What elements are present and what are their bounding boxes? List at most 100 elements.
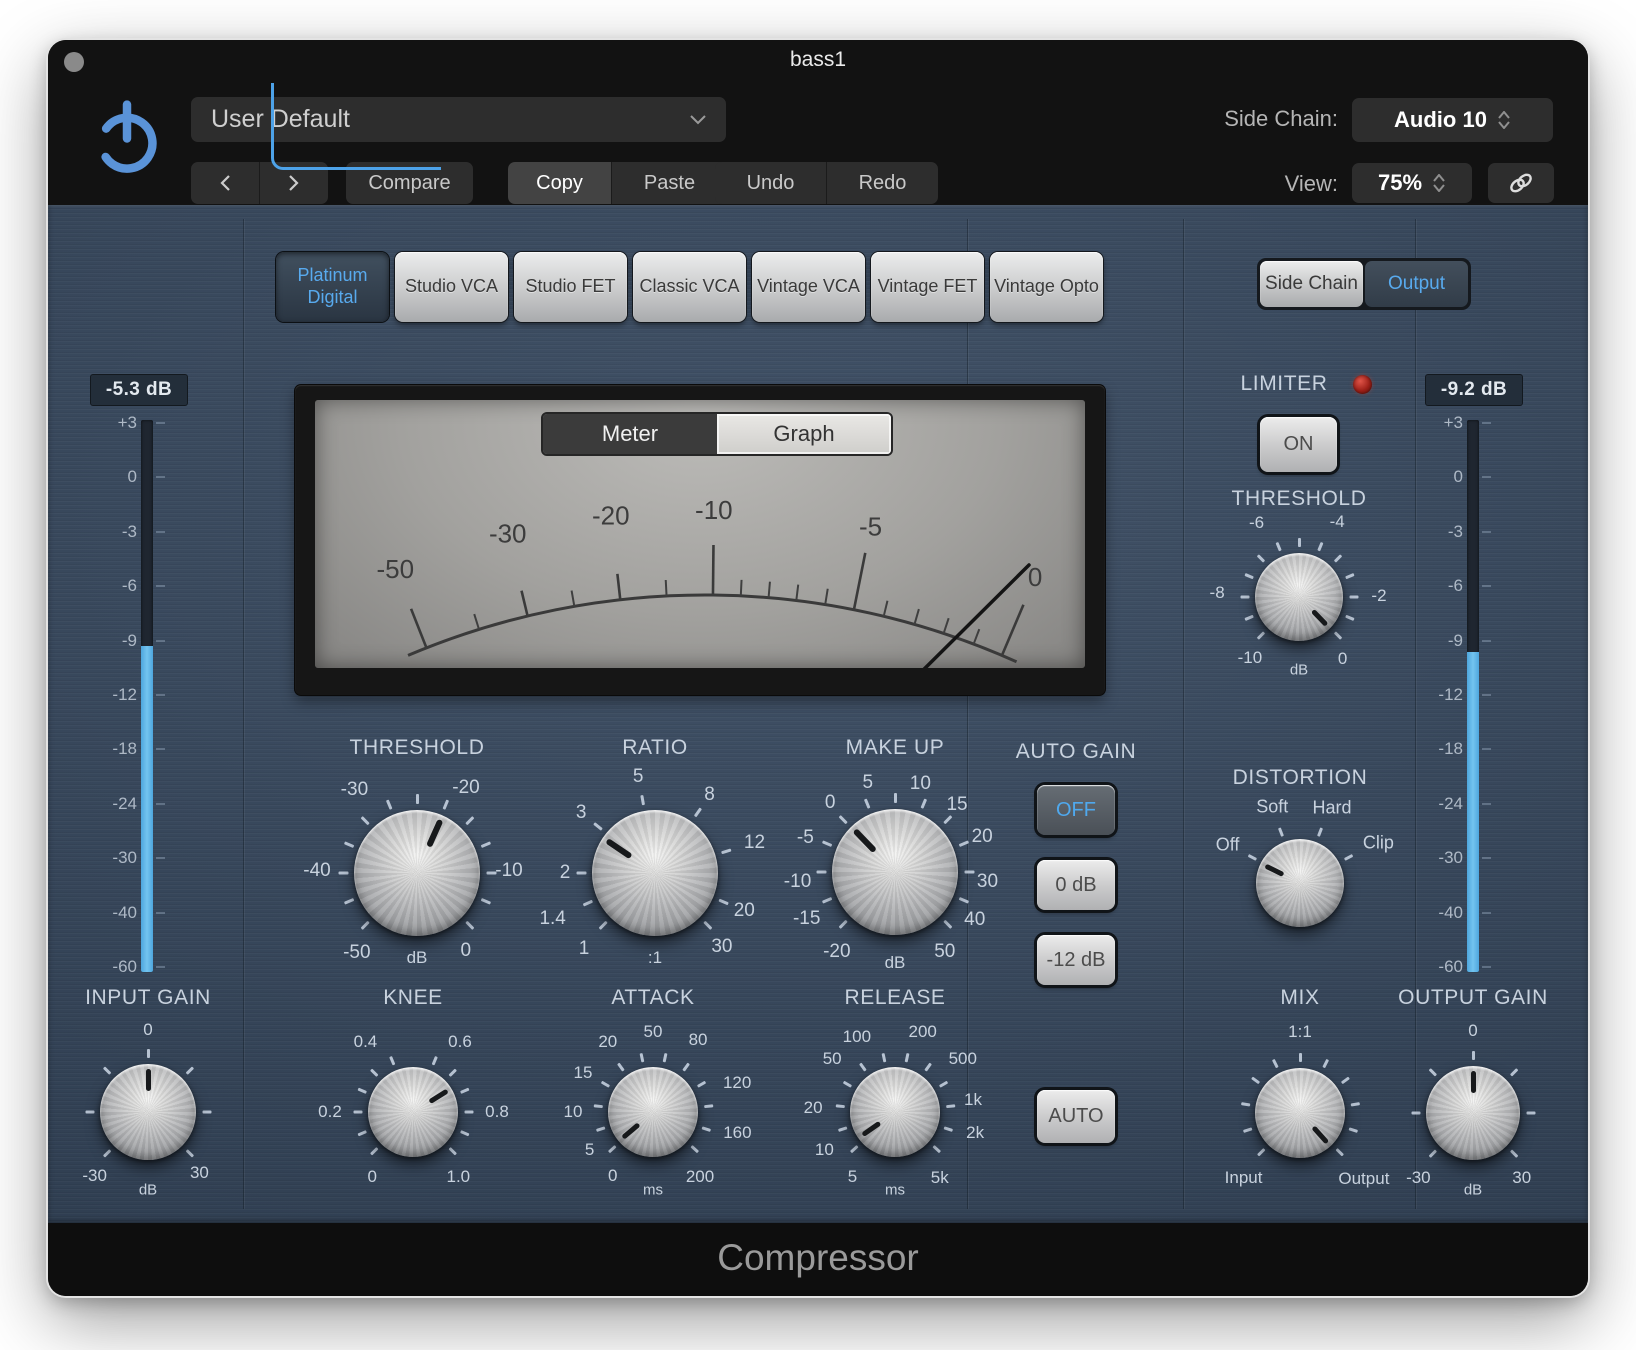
side-chain-view-button[interactable]: Side Chain — [1260, 261, 1363, 307]
release-scale-label: 200 — [908, 1022, 936, 1042]
input-gain-scale-label: 30 — [190, 1163, 209, 1183]
knee-scale-tick — [464, 1111, 473, 1114]
tab-meter[interactable]: Meter — [543, 414, 717, 454]
attack-scale-label: 120 — [723, 1073, 751, 1093]
auto-gain-minus12db-button[interactable]: -12 dB — [1037, 935, 1115, 985]
meter-scale-label: +3 — [93, 413, 137, 433]
tab-studio-fet[interactable]: Studio FET — [514, 252, 627, 322]
release-scale-label: 2k — [966, 1123, 984, 1143]
limiter-threshold-unit-label: dB — [1290, 662, 1308, 679]
auto-gain-0db-button[interactable]: 0 dB — [1037, 860, 1115, 910]
output-view-button[interactable]: Output — [1365, 261, 1468, 307]
ratio-scale-label: 30 — [711, 936, 732, 958]
limiter-threshold-scale-label: -2 — [1371, 586, 1386, 606]
knee-knob[interactable] — [368, 1067, 458, 1157]
side-chain-label: Side Chain: — [1138, 106, 1338, 132]
tab-vintage-opto[interactable]: Vintage Opto — [990, 252, 1103, 322]
limiter-threshold-knob[interactable] — [1255, 553, 1343, 641]
meter-scale-label: -40 — [1419, 903, 1463, 923]
threshold-scale-label: -50 — [343, 942, 370, 964]
distortion-scale-label: Soft — [1256, 796, 1288, 817]
tab-vintage-fet[interactable]: Vintage FET — [871, 252, 984, 322]
ratio-scale-label: 5 — [633, 766, 644, 788]
redo-button[interactable]: Redo — [826, 162, 938, 204]
meter-scale-tick — [1482, 694, 1491, 696]
meter-scale-tick — [156, 912, 165, 914]
side-chain-selector[interactable]: Audio 10 — [1352, 98, 1553, 142]
mix-knob[interactable] — [1255, 1068, 1345, 1158]
makeup-scale-label: 20 — [972, 826, 993, 848]
input-level-meter: -5.3 dB +30-3-6-9-12-18-24-30-40-60 — [88, 374, 228, 984]
tab-classic-vca[interactable]: Classic VCA — [633, 252, 746, 322]
input-gain-scale-tick — [202, 1111, 211, 1114]
threshold-scale-label: -20 — [452, 777, 479, 799]
threshold-knob[interactable] — [354, 810, 480, 936]
prev-preset-button[interactable] — [191, 162, 259, 204]
mix-scale-label: 1:1 — [1288, 1022, 1312, 1042]
meter-scale-label: 0 — [93, 467, 137, 487]
auto-release-button[interactable]: AUTO — [1037, 1090, 1115, 1143]
ratio-title: RATIO — [622, 736, 688, 760]
threshold-scale-label: 0 — [460, 940, 471, 962]
ratio-scale-label: 3 — [576, 802, 587, 824]
meter-scale-tick — [1482, 585, 1491, 587]
limiter-threshold-scale-tick — [1349, 596, 1358, 599]
mix-scale-tick — [1299, 1053, 1302, 1062]
output-gain-scale-label: 30 — [1512, 1168, 1531, 1188]
vu-meter-screen: -50-30-20-10-50 Meter Graph — [315, 400, 1085, 668]
compressor-panel — [48, 205, 1588, 1223]
threshold-unit-label: dB — [407, 948, 428, 968]
meter-scale-label: -18 — [1419, 739, 1463, 759]
meter-scale-tick — [156, 694, 165, 696]
distortion-knob[interactable] — [1256, 839, 1344, 927]
paste-button[interactable]: Paste — [611, 162, 727, 204]
stepper-icon — [1432, 174, 1446, 192]
distortion-scale-label: Off — [1216, 834, 1240, 855]
attack-knob[interactable] — [608, 1067, 698, 1157]
tab-graph[interactable]: Graph — [717, 414, 891, 454]
release-scale-label: 100 — [843, 1027, 871, 1047]
next-preset-button[interactable] — [259, 162, 328, 204]
output-gain-scale-tick — [1526, 1112, 1535, 1115]
meter-scale-label: -60 — [93, 957, 137, 977]
meter-scale-label: -6 — [93, 576, 137, 596]
mix-scale-label: Output — [1338, 1169, 1389, 1189]
ratio-scale-label: 1 — [579, 938, 590, 960]
limiter-on-button[interactable]: ON — [1260, 417, 1337, 472]
meter-scale-label: -30 — [93, 848, 137, 868]
meter-scale-tick — [156, 585, 165, 587]
window-title: bass1 — [48, 48, 1588, 72]
circuit-type-tabs: Platinum DigitalStudio VCAStudio FETClas… — [276, 252, 1103, 322]
limiter-threshold-title: THRESHOLD — [1232, 487, 1367, 511]
meter-scale-label: -40 — [93, 903, 137, 923]
threshold-scale-label: -40 — [303, 860, 330, 882]
copy-button[interactable]: Copy — [508, 162, 611, 204]
link-button[interactable] — [1488, 163, 1554, 203]
knee-scale-label: 0 — [367, 1167, 376, 1187]
meter-scale-tick — [1482, 912, 1491, 914]
compare-button[interactable]: Compare — [346, 162, 473, 204]
makeup-knob[interactable] — [832, 809, 958, 935]
ratio-knob[interactable] — [592, 810, 718, 936]
attack-scale-label: 80 — [689, 1030, 708, 1050]
input-gain-unit-label: dB — [139, 1182, 157, 1199]
meter-scale-label: -6 — [1419, 576, 1463, 596]
threshold-title: THRESHOLD — [350, 736, 485, 760]
makeup-scale-label: 50 — [934, 941, 955, 963]
knee-title: KNEE — [383, 986, 443, 1010]
tab-vintage-vca[interactable]: Vintage VCA — [752, 252, 865, 322]
knee-scale-label: 0.4 — [354, 1032, 378, 1052]
makeup-scale-tick — [816, 871, 826, 874]
undo-button[interactable]: Undo — [715, 162, 826, 204]
makeup-scale-label: 15 — [946, 794, 967, 816]
preset-selector[interactable]: User Default — [191, 97, 726, 142]
threshold-scale-label: -10 — [495, 860, 522, 882]
meter-scale-tick — [156, 748, 165, 750]
view-selector[interactable]: 75% — [1352, 163, 1472, 203]
power-icon[interactable] — [90, 98, 164, 176]
auto-gain-off-button[interactable]: OFF — [1037, 785, 1115, 835]
release-knob[interactable] — [850, 1067, 940, 1157]
tab-studio-vca[interactable]: Studio VCA — [395, 252, 508, 322]
makeup-scale-label: -20 — [823, 941, 850, 963]
tab-platinum-digital[interactable]: Platinum Digital — [276, 252, 389, 322]
